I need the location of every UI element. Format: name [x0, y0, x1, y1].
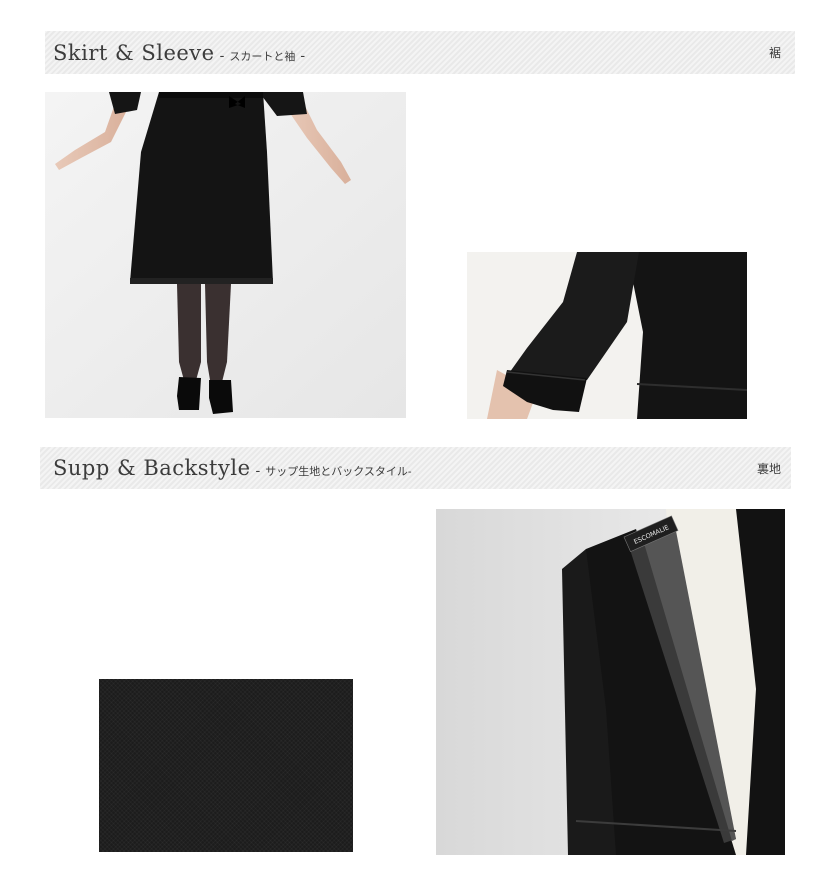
section-right-label: 裏地	[756, 461, 781, 476]
section-header-supp-backstyle: Supp & Backstyle - サップ生地とバックスタイル- 裏地	[40, 447, 791, 489]
section-title-en: Skirt & Sleeve	[53, 40, 215, 65]
section-title-jp: スカートと袖	[229, 49, 296, 63]
title-dash: -	[300, 47, 306, 64]
fabric-swatch-photo	[99, 679, 353, 852]
title-dash: -	[255, 463, 261, 479]
section-right-label: 裾	[768, 46, 781, 60]
section-title-jp: サップ生地とバックスタイル-	[265, 465, 412, 478]
section-title-en: Supp & Backstyle	[53, 456, 251, 480]
jacket-lining-photo: ESCOMALIE	[436, 509, 785, 855]
sleeve-closeup-photo	[467, 252, 747, 419]
section-header-skirt-sleeve: Skirt & Sleeve - スカートと袖 - 裾	[45, 31, 795, 74]
skirt-model-photo	[45, 92, 406, 418]
section-title: Supp & Backstyle - サップ生地とバックスタイル-	[53, 456, 412, 480]
section-title: Skirt & Sleeve - スカートと袖 -	[53, 41, 310, 65]
title-dash: -	[219, 47, 225, 64]
